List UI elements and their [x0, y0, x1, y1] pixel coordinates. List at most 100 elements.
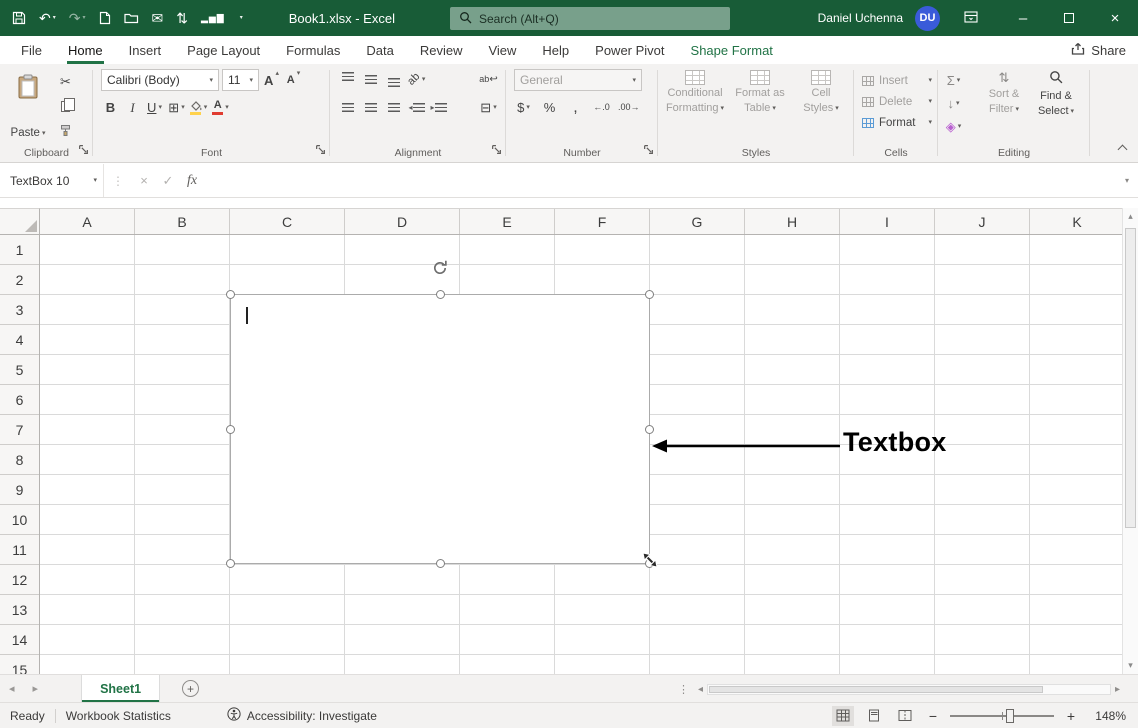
tab-page-layout[interactable]: Page Layout — [174, 36, 273, 64]
search-box[interactable] — [450, 7, 730, 30]
delete-cells-button[interactable]: Delete ▾ — [854, 91, 938, 112]
column-header-B[interactable]: B — [135, 209, 230, 234]
sheet-tab-sheet1[interactable]: Sheet1 — [81, 675, 160, 702]
find-select-button[interactable]: Find & Select▾ — [1030, 64, 1082, 119]
increase-indent-button[interactable]: ▸ — [429, 97, 448, 118]
scroll-left-icon[interactable]: ◂ — [698, 684, 703, 695]
column-header-A[interactable]: A — [40, 209, 135, 234]
bold-button[interactable]: B — [101, 97, 120, 118]
row-header-15[interactable]: 15 — [0, 655, 39, 674]
comma-format-button[interactable]: , — [566, 97, 585, 118]
search-input[interactable] — [479, 12, 721, 26]
orientation-button[interactable]: ab▾ — [407, 69, 426, 90]
resize-handle-middle-right[interactable] — [645, 425, 654, 434]
account-area[interactable]: Daniel Uchenna DU — [818, 0, 940, 36]
minimize-button[interactable]: – — [1000, 0, 1046, 36]
increase-font-size-button[interactable]: A▴ — [262, 70, 281, 91]
redo-button[interactable]: ↷▾ — [69, 11, 86, 25]
column-header-F[interactable]: F — [555, 209, 650, 234]
column-header-H[interactable]: H — [745, 209, 840, 234]
page-layout-view-button[interactable] — [863, 706, 885, 726]
column-header-E[interactable]: E — [460, 209, 555, 234]
next-sheet-icon[interactable]: ▸ — [24, 682, 48, 695]
resize-handle-bottom-middle[interactable] — [436, 559, 445, 568]
column-header-G[interactable]: G — [650, 209, 745, 234]
decrease-indent-button[interactable]: ◂ — [407, 97, 426, 118]
format-painter-button[interactable] — [56, 121, 75, 142]
align-center-button[interactable] — [361, 97, 381, 118]
expand-formula-bar-icon[interactable]: ▾ — [1116, 176, 1138, 185]
decrease-font-size-button[interactable]: A▾ — [284, 70, 303, 91]
align-right-button[interactable] — [384, 97, 404, 118]
percent-format-button[interactable]: % — [540, 97, 559, 118]
collapse-ribbon-icon[interactable] — [1118, 145, 1128, 155]
number-format-combo[interactable]: General ▾ — [514, 69, 642, 91]
sort-filter-button[interactable]: ⇅ Sort & Filter▾ — [978, 64, 1030, 119]
cancel-formula-button[interactable]: × — [132, 164, 156, 197]
top-align-button[interactable] — [338, 69, 358, 90]
row-header-9[interactable]: 9 — [0, 475, 39, 505]
copy-button[interactable] — [56, 96, 75, 117]
maximize-button[interactable] — [1046, 0, 1092, 36]
format-cells-button[interactable]: Format ▾ — [854, 112, 938, 133]
fill-button[interactable]: ↓▾ — [944, 93, 963, 114]
underline-button[interactable]: U▾ — [145, 97, 164, 118]
ribbon-display-options-button[interactable] — [954, 0, 988, 36]
align-left-button[interactable] — [338, 97, 358, 118]
row-header-2[interactable]: 2 — [0, 265, 39, 295]
column-header-I[interactable]: I — [840, 209, 935, 234]
save-icon[interactable] — [12, 11, 26, 25]
tab-insert[interactable]: Insert — [116, 36, 175, 64]
close-button[interactable]: × — [1092, 0, 1138, 36]
page-break-view-button[interactable] — [894, 706, 916, 726]
zoom-thumb[interactable] — [1006, 709, 1014, 723]
accessibility-button[interactable]: Accessibility: Investigate — [217, 703, 387, 728]
column-header-D[interactable]: D — [345, 209, 460, 234]
insert-cells-button[interactable]: Insert ▾ — [854, 70, 938, 91]
paste-button[interactable]: Paste▾ — [6, 69, 50, 145]
cut-button[interactable]: ✂ — [56, 71, 75, 92]
autosum-button[interactable]: Σ▾ — [944, 70, 963, 91]
column-header-J[interactable]: J — [935, 209, 1030, 234]
increase-decimal-button[interactable]: ←.0 — [592, 97, 611, 118]
scroll-right-icon[interactable]: ▸ — [1115, 684, 1120, 695]
row-header-13[interactable]: 13 — [0, 595, 39, 625]
font-dialog-launcher[interactable] — [315, 144, 326, 158]
new-file-icon[interactable] — [99, 11, 111, 25]
zoom-slider[interactable] — [950, 709, 1054, 723]
clear-button[interactable]: ◈▾ — [944, 116, 963, 137]
resize-handle-top-left[interactable] — [226, 290, 235, 299]
row-header-3[interactable]: 3 — [0, 295, 39, 325]
select-all-corner[interactable] — [0, 208, 40, 235]
tab-formulas[interactable]: Formulas — [273, 36, 353, 64]
sort-ascending-icon[interactable]: ⇅ — [176, 11, 188, 25]
font-size-combo[interactable]: 11 ▾ — [222, 69, 259, 91]
font-name-combo[interactable]: Calibri (Body) ▾ — [101, 69, 219, 91]
vertical-scrollbar[interactable]: ▴ ▾ — [1122, 208, 1138, 674]
horizontal-scroll-track[interactable] — [707, 684, 1111, 695]
previous-sheet-icon[interactable]: ◂ — [0, 682, 24, 695]
italic-button[interactable]: I — [123, 97, 142, 118]
decrease-decimal-button[interactable]: .00→ — [618, 97, 640, 118]
add-sheet-button[interactable]: + — [182, 680, 199, 697]
row-header-6[interactable]: 6 — [0, 385, 39, 415]
row-header-10[interactable]: 10 — [0, 505, 39, 535]
tab-bar-splitter[interactable]: ⋮ — [678, 675, 689, 703]
rotate-handle-icon[interactable] — [431, 259, 449, 280]
vertical-scroll-thumb[interactable] — [1125, 228, 1136, 528]
resize-handle-top-right[interactable] — [645, 290, 654, 299]
tab-power-pivot[interactable]: Power Pivot — [582, 36, 677, 64]
row-header-1[interactable]: 1 — [0, 235, 39, 265]
tab-shape-format[interactable]: Shape Format — [678, 36, 786, 64]
resize-handle-middle-left[interactable] — [226, 425, 235, 434]
tab-data[interactable]: Data — [353, 36, 406, 64]
row-header-5[interactable]: 5 — [0, 355, 39, 385]
alignment-dialog-launcher[interactable] — [491, 144, 502, 158]
scroll-up-icon[interactable]: ▴ — [1123, 211, 1138, 222]
undo-button[interactable]: ↶▾ — [39, 11, 56, 25]
row-header-7[interactable]: 7 — [0, 415, 39, 445]
horizontal-scrollbar[interactable]: ◂ ▸ — [698, 675, 1120, 703]
bottom-align-button[interactable] — [384, 69, 404, 90]
chart-icon[interactable]: ▂▅▇ — [201, 14, 225, 23]
normal-view-button[interactable] — [832, 706, 854, 726]
